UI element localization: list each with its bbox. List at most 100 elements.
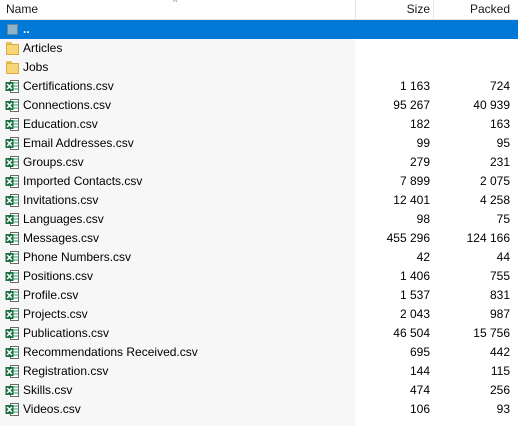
file-packed-size: 831 [489,288,510,302]
file-name: Groups.csv [23,155,84,169]
excel-csv-icon [5,99,19,112]
file-packed-size: 163 [489,117,510,131]
file-row[interactable]: Skills.csv 474 256 [0,381,518,400]
file-row[interactable]: Positions.csv 1 406 755 [0,267,518,286]
file-row[interactable]: Projects.csv 2 043 987 [0,305,518,324]
file-row[interactable]: Invitations.csv 12 401 4 258 [0,191,518,210]
file-packed-size: 755 [489,269,510,283]
parent-folder-box [7,24,18,35]
excel-csv-icon [5,80,19,93]
excel-csv-icon [5,213,19,226]
excel-csv-icon [5,289,19,302]
excel-csv-icon [5,346,19,359]
excel-csv-icon [5,384,19,397]
folder-icon [5,41,20,56]
file-row[interactable]: Registration.csv 144 115 [0,362,518,381]
file-packed-size: 93 [496,402,510,416]
file-size: 474 [409,383,430,397]
file-name: Phone Numbers.csv [23,250,132,264]
file-size: 95 267 [393,98,430,112]
file-name: Invitations.csv [23,193,99,207]
folder-row[interactable]: Articles [0,39,518,58]
file-packed-size: 2 075 [479,174,510,188]
file-name: Email Addresses.csv [23,136,134,150]
file-size: 695 [409,345,430,359]
excel-csv-icon [5,327,19,340]
file-row[interactable]: Groups.csv 279 231 [0,153,518,172]
parent-folder-icon [5,22,20,37]
excel-csv-icon [5,365,19,378]
column-header-size[interactable]: Size [356,0,430,19]
file-row[interactable]: Recommendations Received.csv 695 442 [0,343,518,362]
file-row[interactable]: Phone Numbers.csv 42 44 [0,248,518,267]
parent-folder-row[interactable]: .. [0,20,518,39]
file-name: Imported Contacts.csv [23,174,143,188]
excel-csv-icon [5,308,19,321]
file-name: Positions.csv [23,269,94,283]
file-row[interactable]: Connections.csv 95 267 40 939 [0,96,518,115]
file-size: 1 163 [399,79,430,93]
excel-csv-icon [5,270,19,283]
file-packed-size: 75 [496,212,510,226]
excel-csv-icon [5,251,19,264]
file-packed-size: 724 [489,79,510,93]
file-packed-size: 40 939 [473,98,510,112]
archive-file-list: Name ^ Size Packed .. Articles Jobs Certifi… [0,0,518,426]
file-packed-size: 115 [490,364,510,378]
file-name: Messages.csv [23,231,100,245]
file-name: Articles [23,41,63,55]
file-size: 182 [409,117,430,131]
file-size: 98 [416,212,430,226]
column-header-packed[interactable]: Packed [434,0,510,19]
file-row[interactable]: Certifications.csv 1 163 724 [0,77,518,96]
file-size: 1 537 [399,288,430,302]
folder-icon [5,60,20,75]
file-size: 2 043 [399,307,430,321]
file-name: Languages.csv [23,212,104,226]
excel-csv-icon [5,118,19,131]
file-row[interactable]: Imported Contacts.csv 7 899 2 075 [0,172,518,191]
excel-csv-icon [5,175,19,188]
file-packed-size: 256 [489,383,510,397]
file-name: Projects.csv [23,307,88,321]
file-size: 144 [409,364,430,378]
file-name: Publications.csv [23,326,110,340]
folder-body [6,63,19,74]
file-name: Skills.csv [23,383,73,397]
file-size: 455 296 [386,231,430,245]
file-name: Certifications.csv [23,79,114,93]
column-header-bar: Name ^ Size Packed [0,0,518,20]
file-name: Jobs [23,60,49,74]
column-header-name[interactable]: Name [6,0,38,19]
file-row[interactable]: Email Addresses.csv 99 95 [0,134,518,153]
file-name: .. [23,22,30,36]
excel-csv-icon [5,137,19,150]
file-row[interactable]: Languages.csv 98 75 [0,210,518,229]
file-name: Profile.csv [23,288,79,302]
file-packed-size: 124 166 [466,231,510,245]
excel-csv-icon [5,156,19,169]
file-size: 42 [416,250,430,264]
file-size: 106 [409,402,430,416]
file-name: Connections.csv [23,98,112,112]
folder-row[interactable]: Jobs [0,58,518,77]
file-name: Education.csv [23,117,98,131]
file-row[interactable]: Education.csv 182 163 [0,115,518,134]
file-packed-size: 987 [489,307,510,321]
file-row[interactable]: Videos.csv 106 93 [0,400,518,419]
file-size: 1 406 [399,269,430,283]
file-packed-size: 44 [496,250,510,264]
file-row[interactable]: Messages.csv 455 296 124 166 [0,229,518,248]
excel-csv-icon [5,194,19,207]
excel-csv-icon [5,232,19,245]
file-row[interactable]: Publications.csv 46 504 15 756 [0,324,518,343]
file-name: Registration.csv [23,364,109,378]
sort-indicator-icon: ^ [173,0,178,7]
file-size: 279 [409,155,430,169]
file-packed-size: 15 756 [473,326,510,340]
file-packed-size: 95 [496,136,510,150]
file-row[interactable]: Profile.csv 1 537 831 [0,286,518,305]
file-packed-size: 4 258 [479,193,510,207]
file-size: 12 401 [393,193,430,207]
file-packed-size: 442 [489,345,510,359]
